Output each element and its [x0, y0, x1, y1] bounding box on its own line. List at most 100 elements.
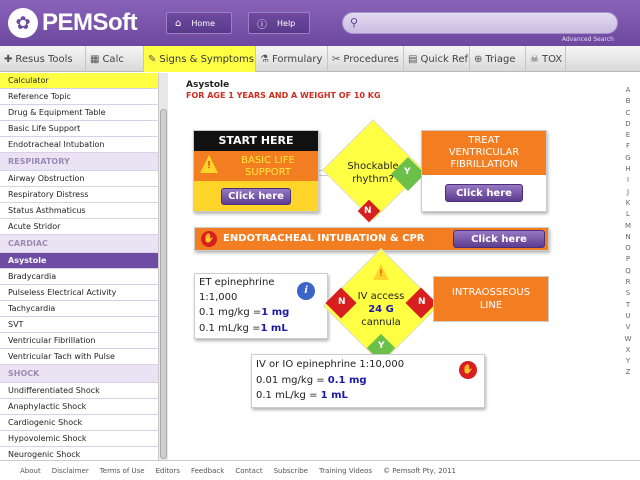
nav-item-tox[interactable]: ☠ TOX [526, 46, 566, 72]
alphabet-letter-s[interactable]: S [623, 288, 633, 299]
sidebar-item-ventricular-tach-with-pulse[interactable]: Ventricular Tach with Pulse [0, 349, 158, 365]
nav-icon: ▤ [408, 53, 418, 65]
alphabet-letter-y[interactable]: Y [623, 356, 633, 367]
sidebar-item-anaphylactic-shock[interactable]: Anaphylactic Shock [0, 399, 158, 415]
treat-line1: TREAT [468, 135, 500, 146]
sidebar-item-reference-topic[interactable]: Reference Topic [0, 89, 158, 105]
alphabet-letter-w[interactable]: W [623, 334, 633, 345]
alphabet-letter-h[interactable]: H [623, 164, 633, 175]
sidebar-item-respiratory-distress[interactable]: Respiratory Distress [0, 187, 158, 203]
footer-link[interactable]: About [20, 467, 41, 475]
alphabet-letter-r[interactable]: R [623, 277, 633, 288]
sidebar-item-status-asthmaticus[interactable]: Status Asthmaticus [0, 203, 158, 219]
nav-item-quick-ref[interactable]: ▤ Quick Ref [404, 46, 470, 72]
info-icon[interactable]: i [297, 282, 315, 300]
nav-icon: ☠ [530, 53, 539, 65]
start-here-card: START HERE ! BASIC LIFE SUPPORT Click he… [193, 130, 319, 212]
sidebar-item-airway-obstruction[interactable]: Airway Obstruction [0, 171, 158, 187]
help-button[interactable]: ⓘ Help [248, 12, 310, 34]
alphabet-letter-c[interactable]: C [623, 108, 633, 119]
alphabet-letter-p[interactable]: P [623, 254, 633, 265]
alphabet-letter-v[interactable]: V [623, 322, 633, 333]
alphabet-letter-u[interactable]: U [623, 311, 633, 322]
yes-label: Y [404, 167, 411, 177]
sidebar-item-cardiogenic-shock[interactable]: Cardiogenic Shock [0, 415, 158, 431]
footer-link[interactable]: Feedback [191, 467, 224, 475]
bls-line1: BASIC LIFE [241, 155, 295, 166]
sidebar-item-acute-stridor[interactable]: Acute Stridor [0, 219, 158, 235]
nav-item-signs-symptoms[interactable]: ✎ Signs & Symptoms [144, 46, 256, 72]
alphabet-letter-x[interactable]: X [623, 345, 633, 356]
scrollbar-thumb[interactable] [160, 109, 167, 459]
footer-link[interactable]: Subscribe [274, 467, 308, 475]
yes-label: Y [378, 341, 385, 351]
alphabet-letter-a[interactable]: A [623, 85, 633, 96]
nav-item-calc[interactable]: ▦ Calc [86, 46, 144, 72]
sidebar-item-pulseless-electrical-activity[interactable]: Pulseless Electrical Activity [0, 285, 158, 301]
alphabet-letter-d[interactable]: D [623, 119, 633, 130]
sidebar-item-ventricular-fibrillation[interactable]: Ventricular Fibrillation [0, 333, 158, 349]
alphabet-letter-q[interactable]: Q [623, 266, 633, 277]
alphabet-letter-g[interactable]: G [623, 153, 633, 164]
alphabet-letter-j[interactable]: J [623, 187, 633, 198]
alphabet-letter-o[interactable]: O [623, 243, 633, 254]
sidebar-item-undifferentiated-shock[interactable]: Undifferentiated Shock [0, 383, 158, 399]
sidebar-item-bradycardia[interactable]: Bradycardia [0, 269, 158, 285]
ivio-title: IV or IO epinephrine 1:10,000 [256, 359, 405, 370]
sidebar-item-calculator[interactable]: Calculator [0, 73, 158, 89]
logo[interactable]: ✿ PEMSoft [8, 8, 138, 38]
nav-item-formulary[interactable]: ⚗ Formulary [256, 46, 328, 72]
advanced-search-link[interactable]: Advanced Search [562, 36, 614, 43]
sidebar-scrollbar[interactable] [158, 73, 168, 460]
alphabet-letter-e[interactable]: E [623, 130, 633, 141]
alphabet-letter-m[interactable]: M [623, 221, 633, 232]
nav-item-resus-tools[interactable]: ✚ Resus Tools [0, 46, 86, 72]
alphabet-letter-t[interactable]: T [623, 300, 633, 311]
nav-label: Procedures [343, 53, 399, 65]
nav-label: Triage [485, 53, 516, 65]
iv-line3: cannula [361, 317, 401, 328]
sidebar-item-endotracheal-intubation[interactable]: Endotracheal Intubation [0, 137, 158, 153]
stop-hand-icon: ✋ [459, 361, 477, 379]
alphabet-letter-l[interactable]: L [623, 209, 633, 220]
intraosseous-card[interactable]: INTRAOSSEOUS LINE [433, 276, 549, 322]
footer-link[interactable]: Editors [156, 467, 180, 475]
nav-item-triage[interactable]: ⊕ Triage [470, 46, 526, 72]
sidebar-item-hypovolemic-shock[interactable]: Hypovolemic Shock [0, 431, 158, 447]
sidebar-item-tachycardia[interactable]: Tachycardia [0, 301, 158, 317]
ivio-vol-value: 1 mL [320, 390, 348, 401]
nav-icon: ✎ [148, 53, 157, 65]
nav-item-procedures[interactable]: ✂ Procedures [328, 46, 404, 72]
sidebar-item-svt[interactable]: SVT [0, 317, 158, 333]
treat-vf-button-area: Click here [422, 175, 546, 211]
info-icon: ⓘ [257, 19, 267, 31]
footer-link[interactable]: Contact [235, 467, 262, 475]
alphabet-letter-b[interactable]: B [623, 96, 633, 107]
sidebar: Calculator Reference Topic Drug & Equipmen… [0, 73, 158, 460]
alphabet-letter-z[interactable]: Z [623, 367, 633, 378]
bls-click-here-button[interactable]: Click here [221, 187, 291, 205]
sidebar-item-asystole[interactable]: Asystole [0, 253, 158, 269]
home-button[interactable]: ⌂ Home [166, 12, 232, 34]
alphabet-letter-f[interactable]: F [623, 141, 633, 152]
nav-label: Quick Ref [420, 53, 469, 65]
et-vol-value: 1 mL [260, 323, 288, 334]
treat-line3: FIBRILLATION [450, 159, 518, 170]
iv-io-epinephrine-card: IV or IO epinephrine 1:10,000 0.01 mg/kg… [251, 354, 485, 408]
treat-vf-card: TREAT VENTRICULAR FIBRILLATION Click her… [421, 130, 547, 212]
footer-link: © Pemsoft Pty, 2011 [383, 466, 457, 475]
nav-icon: ⚗ [260, 53, 269, 65]
eti-click-here-button[interactable]: Click here [453, 230, 545, 248]
search-input[interactable]: ⚲ [342, 12, 618, 34]
footer-link[interactable]: Terms of Use [100, 467, 145, 475]
sidebar-item-drug-equipment-table[interactable]: Drug & Equipment Table [0, 105, 158, 121]
sidebar-item-basic-life-support[interactable]: Basic Life Support [0, 121, 158, 137]
footer-link[interactable]: Training Videos [319, 467, 372, 475]
alphabet-letter-i[interactable]: I [623, 175, 633, 186]
treat-vf-click-here-button[interactable]: Click here [445, 184, 523, 202]
alphabet-letter-k[interactable]: K [623, 198, 633, 209]
iv-access-text: IV access 24 G cannula [341, 290, 421, 329]
sidebar-item-neurogenic-shock[interactable]: Neurogenic Shock [0, 447, 158, 460]
footer-link[interactable]: Disclaimer [52, 467, 89, 475]
alphabet-letter-n[interactable]: N [623, 232, 633, 243]
